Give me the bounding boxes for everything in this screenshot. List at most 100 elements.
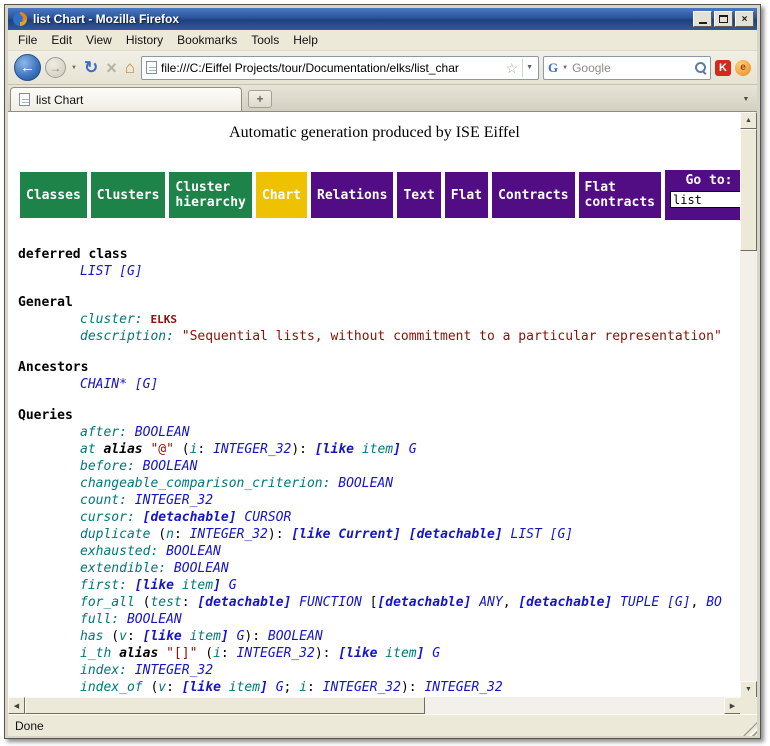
- scroll-left-button[interactable]: ◀: [8, 697, 25, 714]
- nav-button-clusters[interactable]: Clusters: [91, 172, 166, 218]
- refresh-button[interactable]: ↻: [82, 59, 100, 76]
- class-link[interactable]: ]: [393, 442, 401, 457]
- class-link[interactable]: BOOLEAN: [166, 544, 221, 559]
- menu-bookmarks[interactable]: Bookmarks: [170, 31, 244, 50]
- code-segment: alias: [119, 646, 166, 661]
- class-link[interactable]: G: [409, 442, 417, 457]
- url-input[interactable]: [161, 61, 502, 75]
- class-link[interactable]: BOOLEAN: [135, 425, 190, 440]
- class-link[interactable]: CHAIN* [G]: [80, 377, 158, 392]
- tab-list-chart[interactable]: list Chart: [10, 87, 242, 111]
- class-link[interactable]: [like: [338, 646, 385, 661]
- code-segment: :: [166, 680, 182, 695]
- horizontal-scroll-thumb[interactable]: [25, 697, 425, 714]
- menu-history[interactable]: History: [119, 31, 170, 50]
- url-history-dropdown[interactable]: ▼: [522, 59, 536, 77]
- search-input[interactable]: [572, 61, 691, 75]
- tab-bar: list Chart + ▼: [8, 85, 757, 111]
- class-link[interactable]: BOOLEAN: [127, 612, 182, 627]
- search-engine-dropdown-icon[interactable]: ▼: [561, 65, 569, 71]
- class-link[interactable]: INTEGER_32: [135, 493, 213, 508]
- nav-button-flat-contracts[interactable]: Flat contracts: [579, 172, 661, 218]
- nav-button-classes[interactable]: Classes: [20, 172, 87, 218]
- code-line: i_th alias "[]" (i: INTEGER_32): [like i…: [18, 645, 741, 662]
- section-title: Ancestors: [18, 359, 741, 376]
- back-button[interactable]: ←: [14, 54, 41, 81]
- class-link[interactable]: ]: [221, 629, 229, 644]
- code-segment: for_all: [80, 595, 135, 610]
- class-link[interactable]: INTEGER_32: [237, 646, 315, 661]
- class-link[interactable]: TUPLE [G]: [620, 595, 690, 610]
- code-segment: (: [135, 595, 151, 610]
- class-link[interactable]: ]: [260, 680, 268, 695]
- new-tab-button[interactable]: +: [248, 90, 272, 108]
- nav-button-chart[interactable]: Chart: [256, 172, 307, 218]
- menu-tools[interactable]: Tools: [244, 31, 286, 50]
- class-link[interactable]: BOOLEAN: [174, 561, 229, 576]
- minimize-button[interactable]: [693, 11, 712, 27]
- horizontal-scrollbar[interactable]: ◀ ▶: [8, 697, 741, 714]
- forward-button[interactable]: →: [45, 57, 66, 78]
- class-link[interactable]: G: [276, 680, 284, 695]
- list-all-tabs-button[interactable]: ▼: [737, 90, 755, 108]
- stop-button[interactable]: ×: [104, 59, 119, 77]
- search-magnifier-icon[interactable]: [694, 61, 707, 74]
- class-link[interactable]: [like: [182, 680, 229, 695]
- maximize-button[interactable]: [714, 11, 733, 27]
- class-link[interactable]: BOOLEAN: [143, 459, 198, 474]
- title-bar[interactable]: list Chart - Mozilla Firefox ×: [8, 8, 757, 30]
- goto-input[interactable]: [670, 191, 741, 208]
- scroll-right-button[interactable]: ▶: [724, 697, 741, 714]
- class-link[interactable]: [detachable]: [197, 595, 291, 610]
- code-line: count: INTEGER_32: [18, 492, 741, 509]
- class-link[interactable]: G: [229, 578, 237, 593]
- bookmark-star-icon[interactable]: ☆: [506, 61, 519, 75]
- scroll-down-button[interactable]: ▼: [740, 681, 757, 698]
- vertical-scrollbar[interactable]: ▲ ▼: [740, 112, 757, 698]
- class-link[interactable]: FUNCTION: [299, 595, 362, 610]
- scroll-up-button[interactable]: ▲: [740, 112, 757, 129]
- history-dropdown-icon[interactable]: ▼: [70, 65, 78, 71]
- class-link[interactable]: INTEGER_32: [213, 442, 291, 457]
- nav-button-text[interactable]: Text: [397, 172, 440, 218]
- vertical-scroll-thumb[interactable]: [740, 129, 757, 251]
- class-link[interactable]: ANY: [479, 595, 502, 610]
- class-link[interactable]: INTEGER_32: [135, 663, 213, 678]
- class-link[interactable]: [like Current]: [291, 527, 401, 542]
- class-link[interactable]: G: [432, 646, 440, 661]
- nav-button-contracts[interactable]: Contracts: [492, 172, 574, 218]
- menu-file[interactable]: File: [11, 31, 44, 50]
- search-bar[interactable]: G ▼: [543, 56, 711, 80]
- addon-icon-red[interactable]: K: [715, 60, 731, 76]
- class-link[interactable]: LIST [G]: [80, 264, 143, 279]
- class-link[interactable]: BOOLEAN: [338, 476, 393, 491]
- code-segment: [291, 595, 299, 610]
- nav-button-cluster-hierarchy[interactable]: Cluster hierarchy: [169, 172, 251, 218]
- menu-edit[interactable]: Edit: [44, 31, 79, 50]
- class-link[interactable]: [like: [135, 578, 182, 593]
- class-link[interactable]: INTEGER_32: [190, 527, 268, 542]
- close-button[interactable]: ×: [735, 11, 754, 27]
- location-bar[interactable]: ☆ ▼: [141, 56, 539, 80]
- class-link[interactable]: [detachable]: [518, 595, 612, 610]
- class-link[interactable]: INTEGER_32: [424, 680, 502, 695]
- class-link[interactable]: ]: [213, 578, 221, 593]
- class-link[interactable]: CURSOR: [244, 510, 291, 525]
- nav-button-relations[interactable]: Relations: [311, 172, 393, 218]
- class-link[interactable]: [detachable]: [409, 527, 503, 542]
- class-link[interactable]: BO: [706, 595, 722, 610]
- addon-icon-orange[interactable]: e: [735, 60, 751, 76]
- menu-view[interactable]: View: [79, 31, 119, 50]
- class-link[interactable]: [like: [315, 442, 362, 457]
- code-segment: ,: [503, 595, 519, 610]
- class-link[interactable]: LIST [G]: [511, 527, 574, 542]
- class-link[interactable]: [detachable]: [143, 510, 237, 525]
- resize-grip[interactable]: [743, 722, 757, 736]
- class-link[interactable]: BOOLEAN: [268, 629, 323, 644]
- class-link[interactable]: [like: [143, 629, 190, 644]
- class-link[interactable]: [detachable]: [377, 595, 471, 610]
- class-link[interactable]: INTEGER_32: [323, 680, 401, 695]
- menu-help[interactable]: Help: [286, 31, 325, 50]
- nav-button-flat[interactable]: Flat: [445, 172, 488, 218]
- home-button[interactable]: ⌂: [123, 59, 137, 76]
